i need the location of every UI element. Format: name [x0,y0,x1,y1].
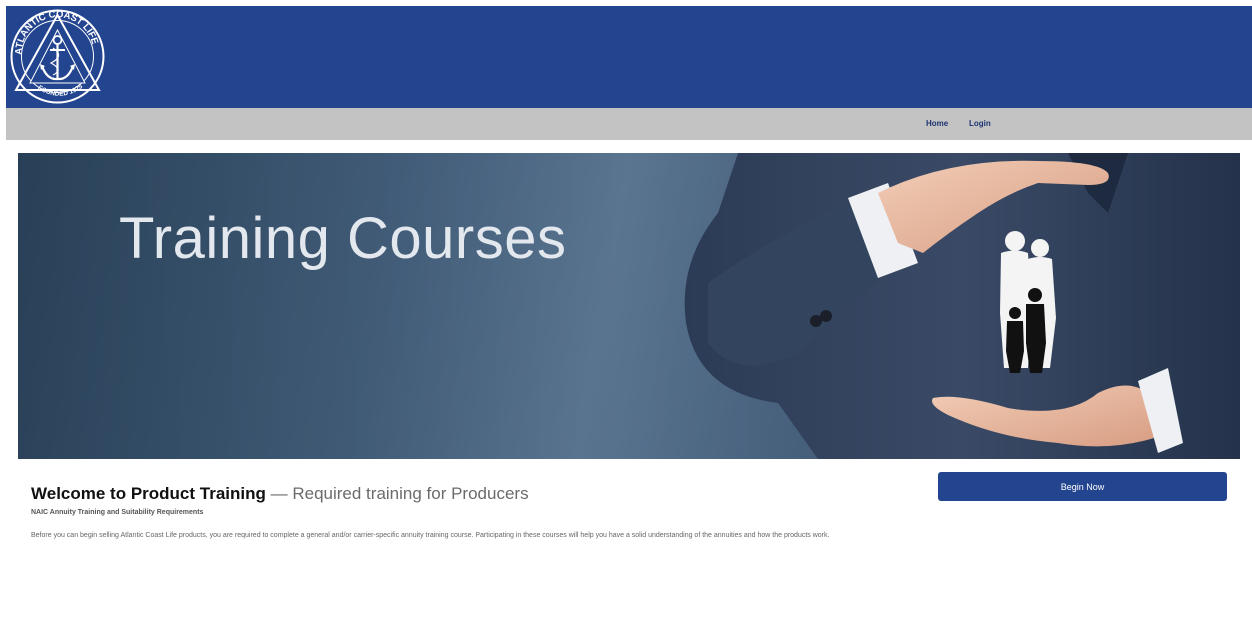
header-band: ATLANTIC COAST LIFE FOUNDED 1925 [6,6,1252,108]
nav-home-link[interactable]: Home [926,119,948,128]
company-logo[interactable]: ATLANTIC COAST LIFE FOUNDED 1925 [9,8,106,105]
hero-banner: Training Courses [18,153,1240,459]
hero-title: Training Courses [119,206,567,271]
begin-now-button[interactable]: Begin Now [938,472,1227,501]
requirements-heading: NAIC Annuity Training and Suitability Re… [31,509,204,516]
training-description: Before you can begin selling Atlantic Co… [31,532,830,539]
welcome-heading: Welcome to Product Training — Required t… [31,484,529,504]
nav-login-link[interactable]: Login [969,119,991,128]
welcome-separator: — [265,484,293,503]
main-nav: Home Login [6,108,1252,140]
businessman-protecting-family-illustration [18,153,1240,459]
anchor-icon: ATLANTIC COAST LIFE FOUNDED 1925 [10,9,105,104]
welcome-subtitle: Required training for Producers [292,484,529,503]
welcome-title: Welcome to Product Training [31,484,266,503]
